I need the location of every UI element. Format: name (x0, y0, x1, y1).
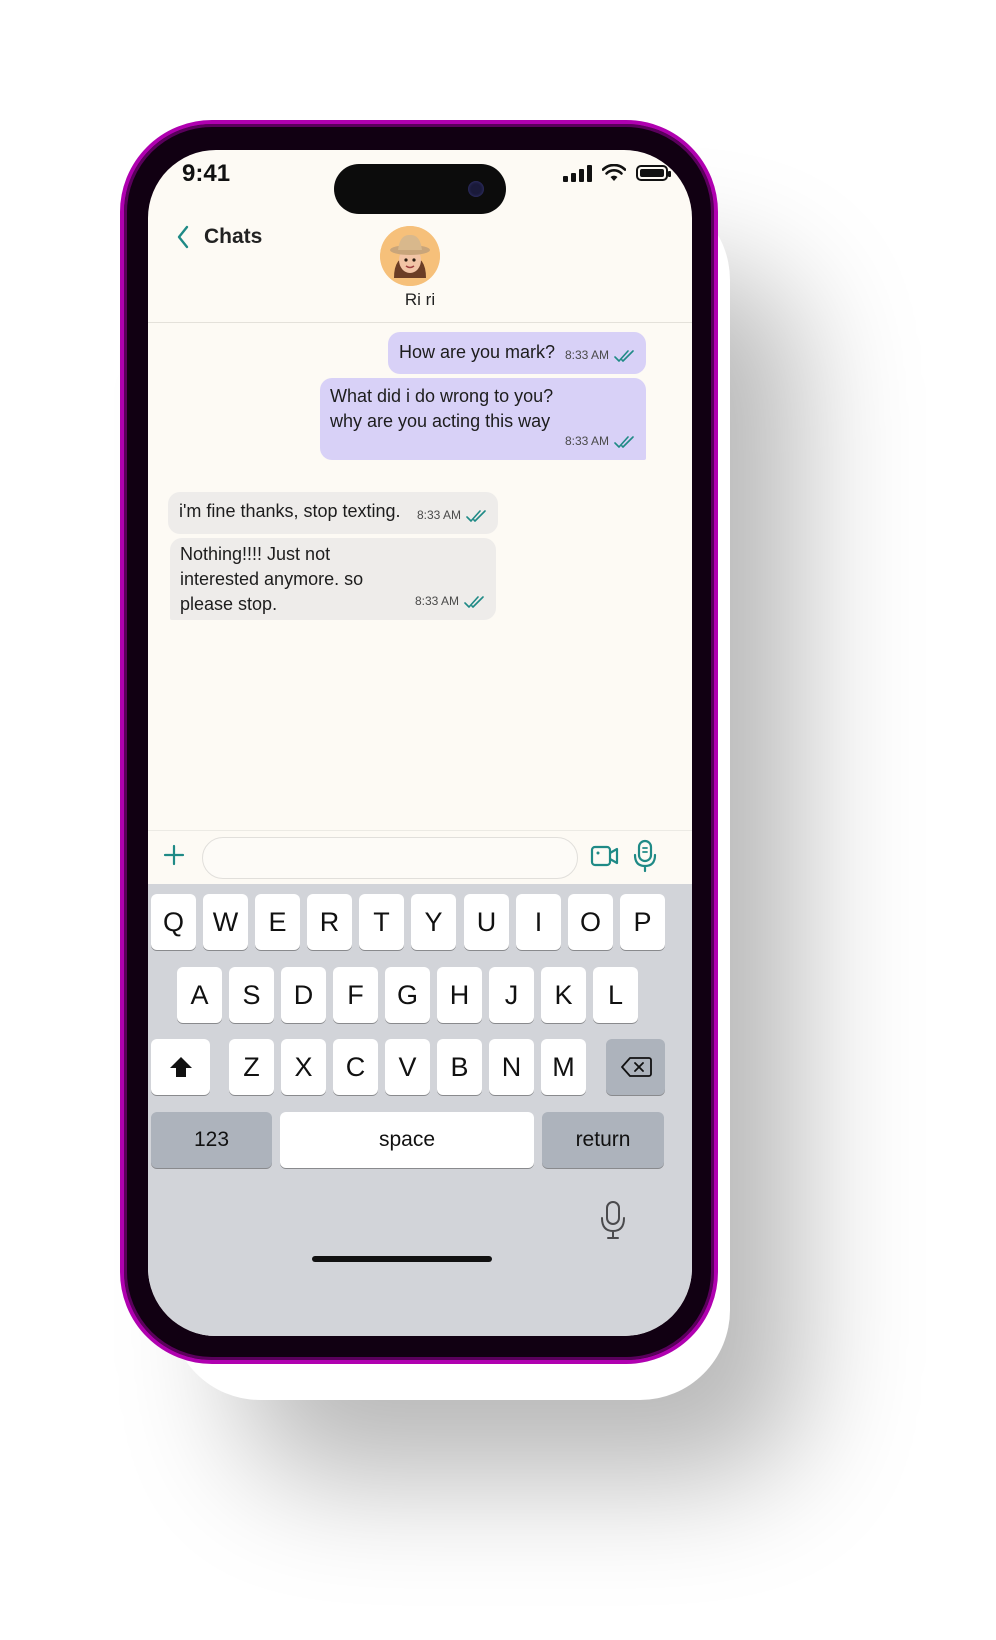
home-indicator (312, 1256, 492, 1262)
message-time: 8:33 AM (416, 508, 461, 522)
message-meta: 8:33 AM (565, 343, 634, 368)
message-bubble-incoming[interactable]: Nothing!!!! Just not interested anymore.… (170, 538, 496, 620)
key-y[interactable]: Y (411, 894, 456, 950)
backspace-icon (620, 1057, 652, 1077)
key-r[interactable]: R (307, 894, 352, 950)
battery-icon (636, 165, 671, 181)
message-time: 8:33 AM (414, 594, 459, 608)
signal-icon (563, 164, 592, 182)
contact-name: Ri ri (404, 290, 436, 309)
message-bubble-incoming[interactable]: i'm fine thanks, stop texting. 8:33 AM (168, 492, 498, 534)
message-text: What did i do wrong to you? why are you … (330, 386, 554, 431)
double-check-icon (464, 595, 484, 608)
phone-screen: 9:41 Chats Ri ri How are you mark? 8:33 … (148, 150, 692, 1336)
key-d[interactable]: D (281, 967, 326, 1023)
status-icons (563, 164, 671, 182)
double-check-icon (466, 509, 486, 522)
message-bubble-outgoing[interactable]: How are you mark? 8:33 AM (388, 332, 646, 374)
space-key[interactable]: space (280, 1112, 534, 1168)
contact-avatar[interactable] (380, 226, 440, 286)
key-m[interactable]: M (541, 1039, 586, 1095)
key-q[interactable]: Q (151, 894, 196, 950)
double-check-icon (614, 349, 634, 362)
key-j[interactable]: J (489, 967, 534, 1023)
key-s[interactable]: S (229, 967, 274, 1023)
message-meta: 8:33 AM (415, 589, 484, 614)
status-time: 9:41 (182, 160, 231, 187)
memoji-avatar (380, 226, 440, 286)
double-check-icon (614, 435, 634, 448)
keyboard: Q W E R T Y U I O P A S D F G H J K L Z … (148, 884, 692, 1336)
key-h[interactable]: H (437, 967, 482, 1023)
wifi-icon (602, 164, 626, 181)
key-p[interactable]: P (620, 894, 665, 950)
numbers-key[interactable]: 123 (151, 1112, 272, 1168)
message-bubble-outgoing[interactable]: What did i do wrong to you? why are you … (320, 378, 646, 460)
key-n[interactable]: N (489, 1039, 534, 1095)
message-time: 8:33 AM (564, 434, 609, 448)
key-b[interactable]: B (437, 1039, 482, 1095)
key-k[interactable]: K (541, 967, 586, 1023)
video-camera-icon[interactable] (590, 843, 620, 869)
message-meta: 8:33 AM (417, 503, 486, 528)
back-label: Chats (204, 225, 263, 248)
key-c[interactable]: C (333, 1039, 378, 1095)
key-x[interactable]: X (281, 1039, 326, 1095)
key-w[interactable]: W (203, 894, 248, 950)
message-time: 8:33 AM (564, 348, 609, 362)
shift-key[interactable] (151, 1039, 210, 1095)
microphone-icon[interactable] (632, 839, 658, 873)
key-v[interactable]: V (385, 1039, 430, 1095)
key-a[interactable]: A (177, 967, 222, 1023)
message-input[interactable] (202, 837, 578, 879)
composer-bar (148, 830, 692, 885)
dynamic-island (334, 164, 506, 214)
front-camera (468, 181, 484, 197)
shift-icon (169, 1057, 192, 1077)
key-z[interactable]: Z (229, 1039, 274, 1095)
key-f[interactable]: F (333, 967, 378, 1023)
key-i[interactable]: I (516, 894, 561, 950)
return-key[interactable]: return (542, 1112, 664, 1168)
back-button[interactable]: Chats (176, 224, 262, 250)
plus-icon[interactable] (162, 843, 186, 867)
delete-key[interactable] (606, 1039, 665, 1095)
dictation-microphone-icon[interactable] (600, 1200, 626, 1240)
message-meta: 8:33 AM (565, 429, 634, 454)
chat-header: Chats Ri ri (148, 210, 692, 323)
key-g[interactable]: G (385, 967, 430, 1023)
key-l[interactable]: L (593, 967, 638, 1023)
key-o[interactable]: O (568, 894, 613, 950)
key-t[interactable]: T (359, 894, 404, 950)
key-e[interactable]: E (255, 894, 300, 950)
key-u[interactable]: U (464, 894, 509, 950)
chevron-left-icon (177, 225, 189, 249)
